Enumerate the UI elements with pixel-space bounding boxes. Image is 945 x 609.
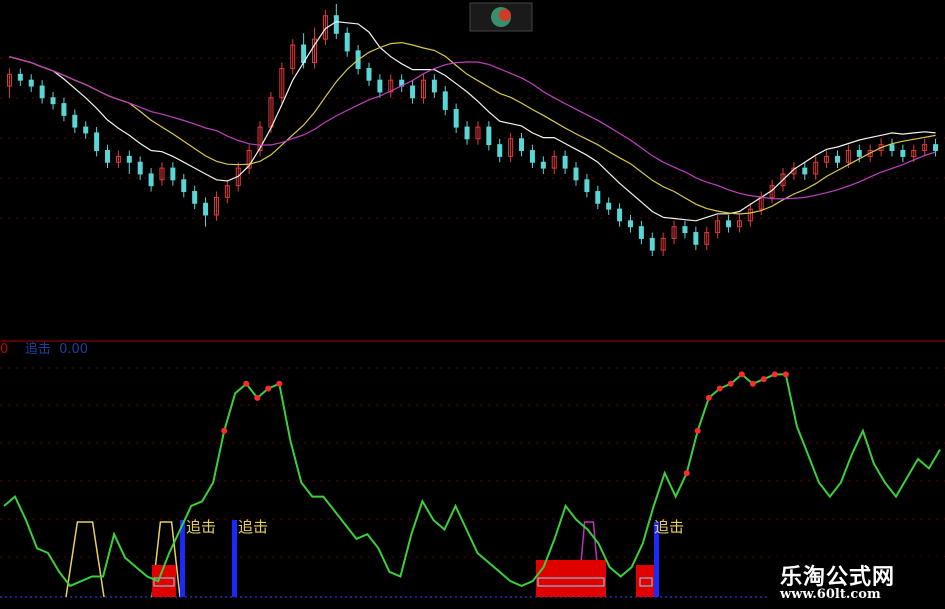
candle-body: [148, 173, 154, 187]
chart-svg: 追击 追击 追击: [0, 2, 945, 598]
candle-body: [933, 144, 939, 152]
candle-body: [889, 144, 895, 152]
candle-body: [682, 226, 688, 234]
signal-dot: [749, 380, 756, 387]
legend-prefix: 0: [0, 342, 9, 357]
ma-short-line: [9, 20, 936, 222]
chase-bar: [180, 520, 185, 597]
candle-body: [203, 202, 209, 216]
candle-body: [595, 191, 601, 204]
chart-stage: { "watermark": { "site_name": "乐淘公式网", "…: [0, 0, 945, 609]
chase-label: 追击: [186, 518, 216, 536]
candle-body: [17, 73, 23, 81]
candle-body: [61, 103, 67, 116]
candle-body: [693, 232, 699, 245]
signal-dot: [694, 427, 701, 434]
candle-body: [126, 155, 132, 163]
signal-dot: [705, 394, 712, 401]
signal-dot: [782, 371, 789, 378]
logo-icon-inner: [499, 9, 511, 21]
candle-body: [192, 191, 198, 204]
candle-body: [410, 85, 416, 99]
signal-dot: [716, 385, 723, 392]
candle-body: [28, 79, 34, 87]
candle-body: [638, 226, 644, 239]
candle-body: [105, 150, 111, 163]
candle-body: [333, 15, 339, 34]
candle-body: [900, 150, 906, 157]
candle-body: [540, 161, 546, 169]
candle-body: [497, 144, 503, 157]
signal-dot: [738, 371, 745, 378]
signal-dot: [683, 470, 690, 477]
candle-body: [519, 138, 525, 152]
signal-dot: [276, 380, 283, 387]
ma-mid-line: [9, 41, 936, 215]
signal-dot: [221, 427, 228, 434]
watermark-url: www.60lt.com: [780, 587, 881, 602]
signal-dot: [243, 380, 250, 387]
candle-body: [802, 167, 808, 175]
signal-dot: [727, 380, 734, 387]
candle-body: [453, 108, 459, 128]
chase-bar: [232, 520, 237, 597]
candle-body: [181, 179, 187, 193]
signal-dot: [760, 376, 767, 383]
watermark: 乐淘公式网 www.60lt.com: [770, 557, 945, 609]
candle-body: [856, 150, 862, 157]
candle-body: [562, 155, 568, 169]
legend-indicator-name: 追击: [24, 342, 51, 357]
candle-body: [72, 114, 78, 128]
candle-body: [50, 97, 56, 105]
candle-body: [83, 126, 89, 134]
chase-label: 追击: [654, 518, 684, 536]
signal-dot: [254, 394, 261, 401]
candle-body: [834, 155, 840, 163]
candle-body: [627, 220, 633, 228]
candle-body: [606, 202, 612, 210]
candle-body: [584, 179, 590, 193]
candle-body: [344, 32, 350, 52]
candle-body: [726, 220, 732, 228]
chase-label: 追击: [238, 518, 268, 536]
candle-body: [486, 126, 492, 146]
legend-indicator-value: 0.00: [59, 342, 89, 357]
red-signal-block: [636, 565, 654, 597]
candle-body: [464, 126, 470, 140]
candle-body: [617, 208, 623, 222]
candle-body: [377, 79, 383, 93]
oscillator-line: [3, 373, 941, 588]
candle-body: [94, 132, 100, 152]
candle-body: [137, 161, 143, 175]
candle-body: [442, 91, 448, 110]
candle-body: [170, 167, 176, 181]
candle-body: [649, 237, 655, 251]
candle-body: [573, 167, 579, 181]
candle-body: [431, 79, 437, 93]
candle-body: [529, 150, 535, 163]
candle-body: [39, 85, 45, 99]
signal-dot: [265, 385, 272, 392]
indicator-legend: 0 追击 0.00: [0, 338, 88, 357]
candle-body: [366, 67, 372, 81]
signal-dot: [771, 371, 778, 378]
